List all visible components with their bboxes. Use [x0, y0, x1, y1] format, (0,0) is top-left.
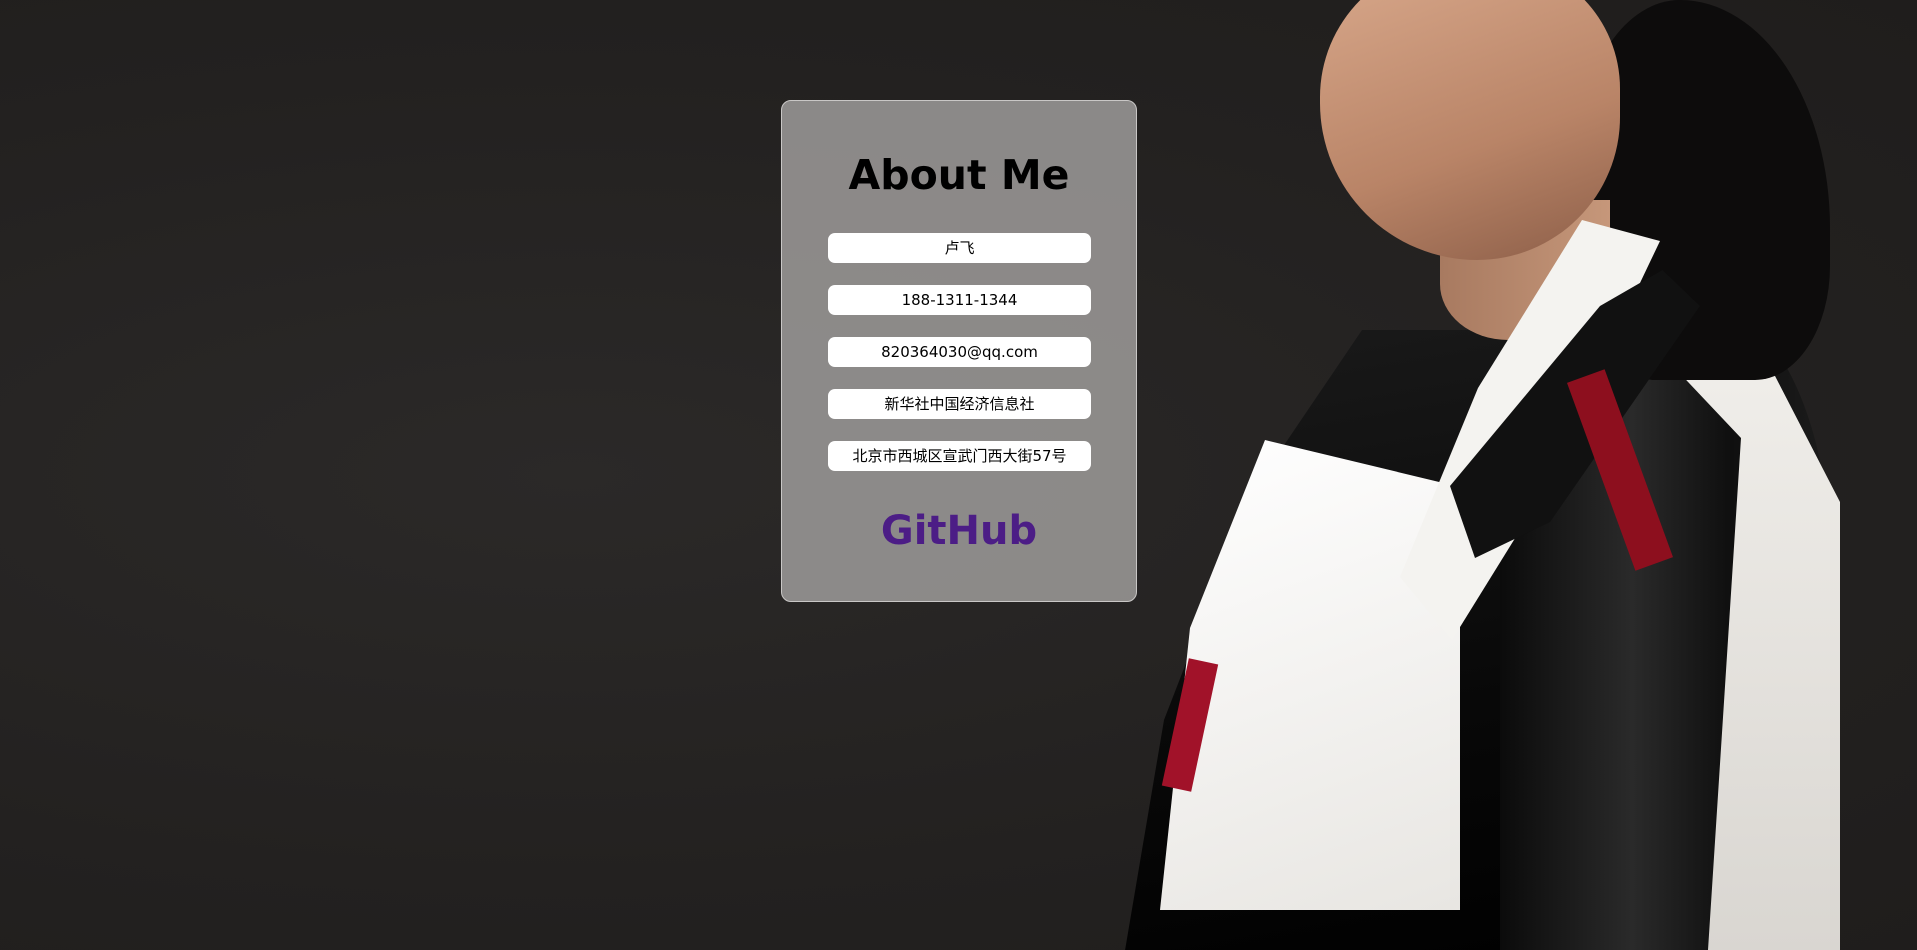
page: About Me 卢飞 188-1311-1344 820364030@qq.c…: [0, 0, 1917, 950]
company-field[interactable]: 新华社中国经济信息社: [828, 389, 1091, 419]
github-link[interactable]: GitHub: [782, 505, 1136, 557]
email-field[interactable]: 820364030@qq.com: [828, 337, 1091, 367]
name-field[interactable]: 卢飞: [828, 233, 1091, 263]
about-me-card: About Me 卢飞 188-1311-1344 820364030@qq.c…: [781, 100, 1137, 602]
address-field[interactable]: 北京市西城区宣武门西大街57号: [828, 441, 1091, 471]
phone-field[interactable]: 188-1311-1344: [828, 285, 1091, 315]
card-title: About Me: [848, 151, 1070, 199]
background-photo: [1120, 0, 1917, 950]
photo-face-shape: [1320, 0, 1620, 260]
